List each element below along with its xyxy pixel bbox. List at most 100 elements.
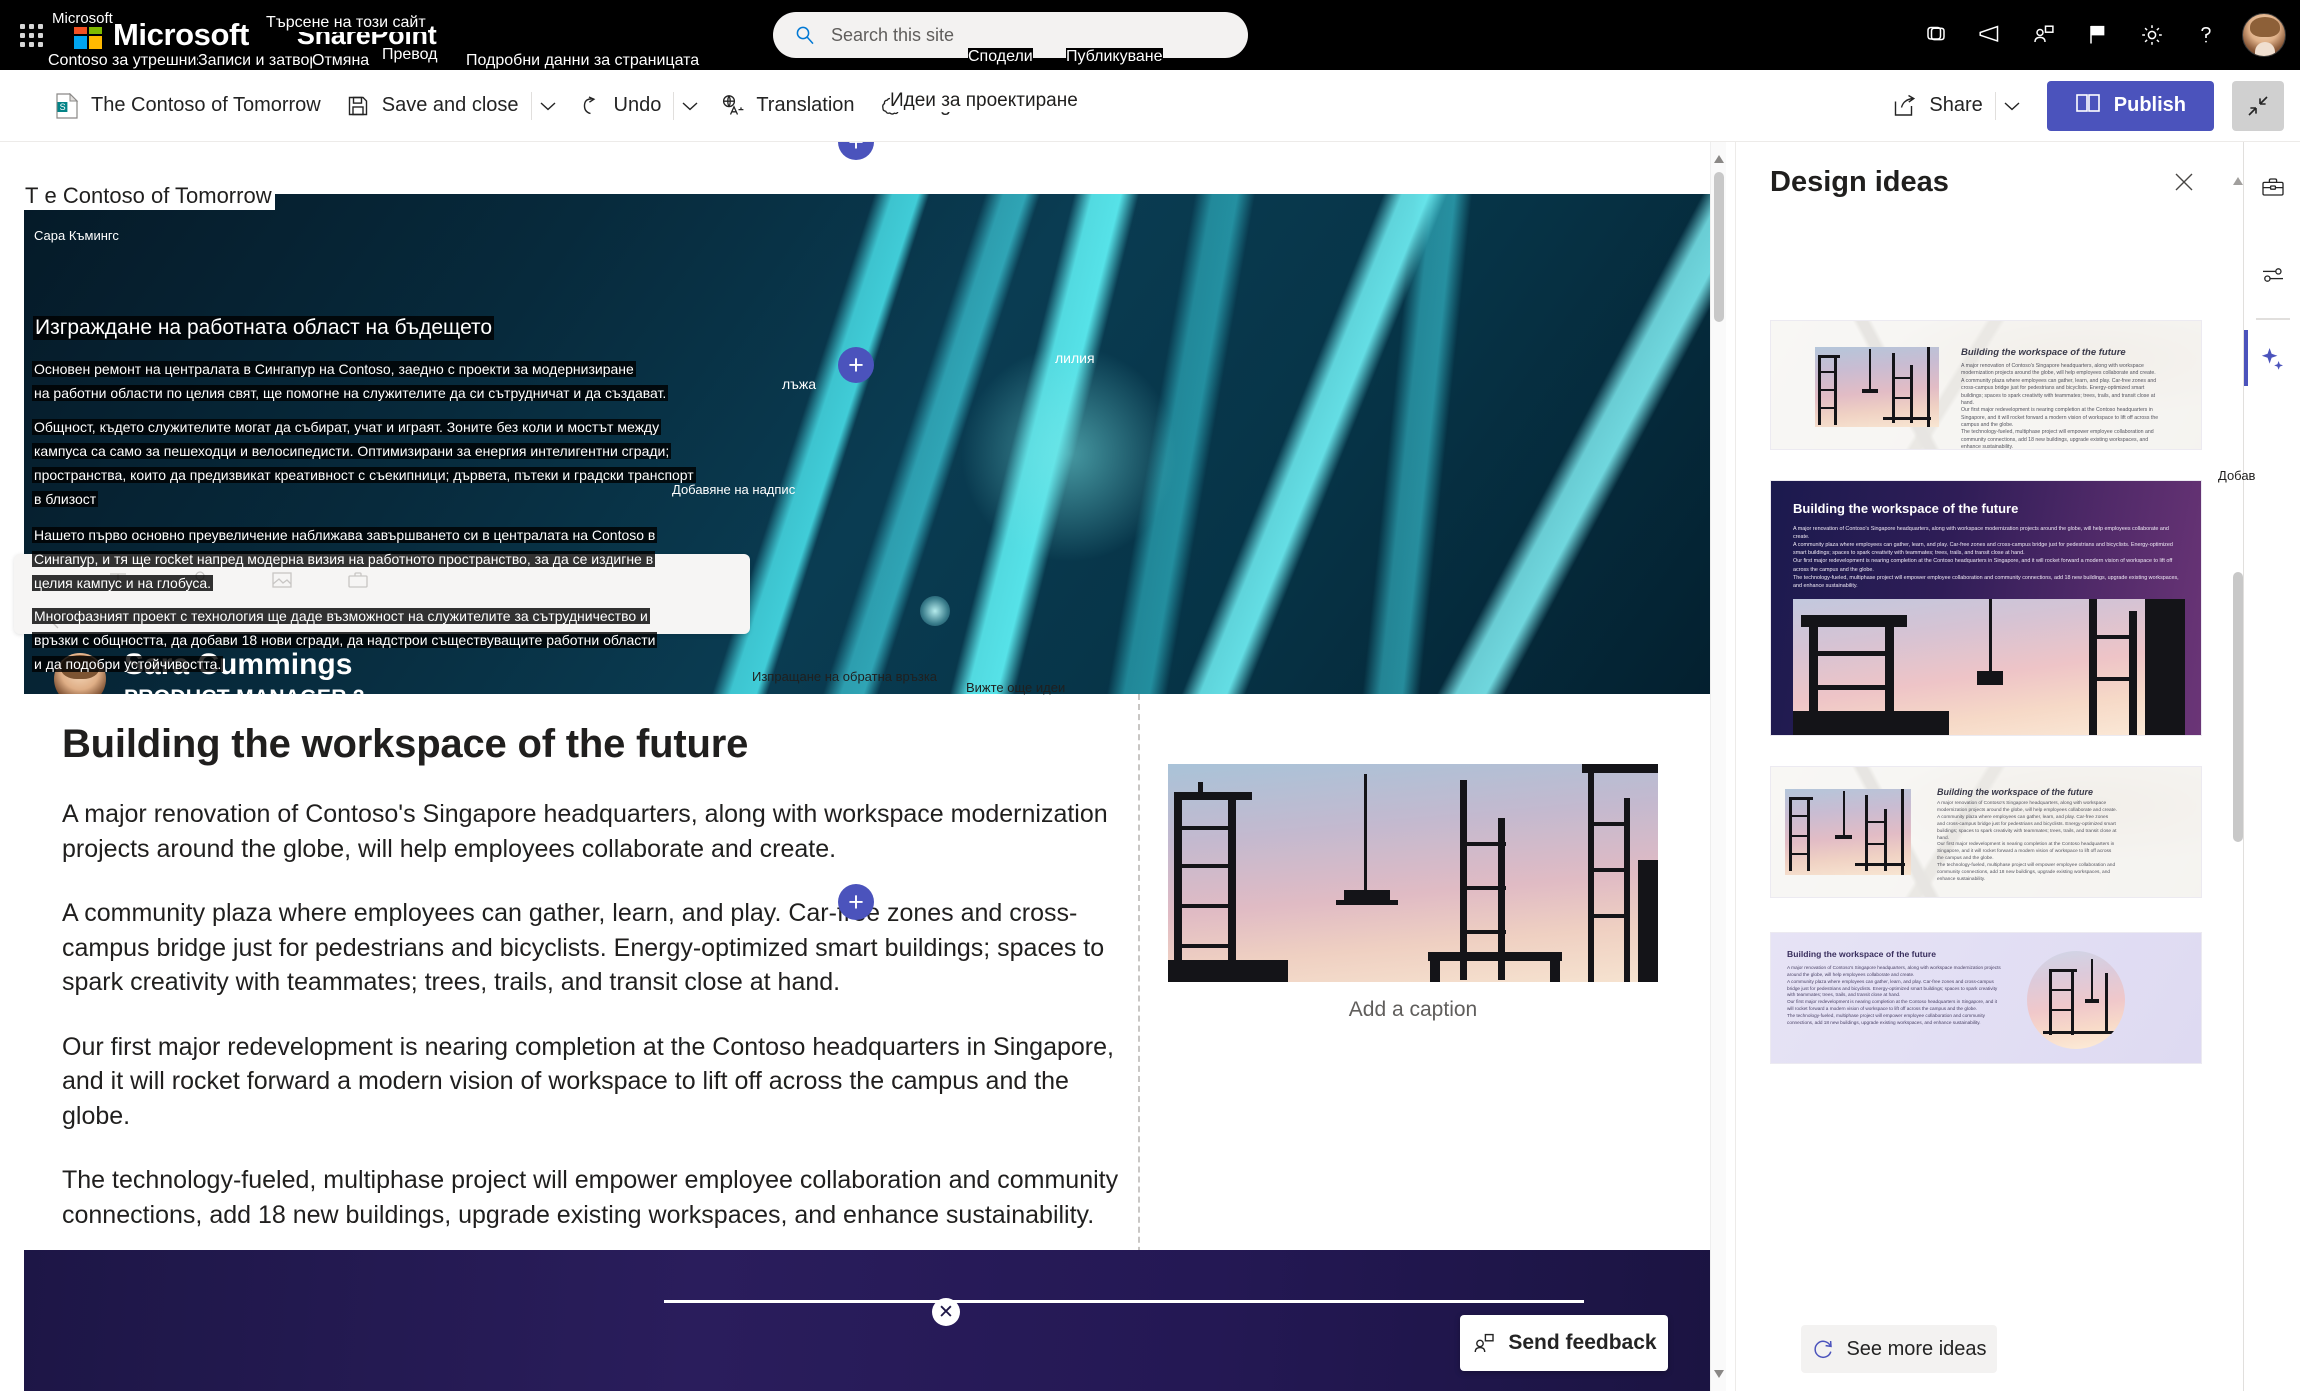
overlay-p1-line1: Основен ремонт на централата в Сингапур … xyxy=(32,361,636,377)
sparkle-design-ideas-icon[interactable] xyxy=(2252,338,2294,380)
footer-divider xyxy=(664,1300,1584,1303)
overlay-body-heading: Изграждане на работната област на бъдеще… xyxy=(33,316,495,340)
panel-title: Design ideas xyxy=(1770,166,1949,198)
feedback-icon xyxy=(1474,1333,1495,1353)
gear-icon[interactable] xyxy=(2128,11,2176,59)
overlay-translate-label: Превод xyxy=(382,46,438,64)
overlay-p2-line2: кампуса са само за пешеходци и велосипед… xyxy=(32,443,672,459)
body-paragraph-4[interactable]: The technology-fueled, multiphase projec… xyxy=(62,1163,1132,1232)
close-icon[interactable]: ✕ xyxy=(932,1298,960,1326)
overlay-share-label: Сподели xyxy=(968,48,1033,66)
publish-button[interactable]: Publish xyxy=(2046,80,2214,131)
overlay-lie-label: лъжа xyxy=(782,376,817,392)
list-item[interactable]: Building the workspace of the future A m… xyxy=(1770,480,2202,736)
page-name-button[interactable]: S The Contoso of Tomorrow xyxy=(42,82,333,130)
share-icon xyxy=(1892,93,1918,119)
add-section-button-top[interactable]: + xyxy=(838,142,874,160)
overlay-p2-line1: Общност, където служителите могат да съб… xyxy=(32,419,662,435)
overlay-p2-line3: пространства, които да предизвикат креат… xyxy=(32,467,696,483)
help-icon[interactable] xyxy=(2182,11,2230,59)
list-item[interactable]: Building the workspace of the future A m… xyxy=(1770,320,2202,450)
panel-header: Design ideas xyxy=(1770,166,2204,199)
canvas-scrollbar-thumb[interactable] xyxy=(1714,172,1724,322)
footer-web-part[interactable]: ✕ xyxy=(24,1250,1710,1391)
design-ideas-list[interactable]: Building the workspace of the future A m… xyxy=(1736,232,2236,1302)
body-paragraph-1[interactable]: A major renovation of Contoso's Singapor… xyxy=(62,797,1132,866)
share-button[interactable]: Share xyxy=(1880,82,1994,130)
undo-button[interactable]: Undo xyxy=(565,82,674,130)
text-web-part[interactable]: Building the workspace of the future A m… xyxy=(62,722,1132,1232)
overlay-p3-line1: Нашето първо основно преувеличение набли… xyxy=(32,527,658,543)
save-options-chevron-down-icon[interactable] xyxy=(530,82,565,130)
send-feedback-label: Send feedback xyxy=(1508,1331,1657,1354)
translation-icon xyxy=(719,93,745,119)
toolbox-icon[interactable] xyxy=(2252,166,2294,208)
overlay-design-ideas-label: Идеи за проектиране xyxy=(890,90,1078,112)
overlay-hero-page-title: Т е Contoso of Tomorrow xyxy=(22,182,275,210)
translation-button[interactable]: Translation xyxy=(707,82,866,130)
send-feedback-button[interactable]: Send feedback xyxy=(1460,1315,1668,1371)
share-options-chevron-down-icon[interactable] xyxy=(1994,82,2029,130)
image-caption[interactable]: Add a caption xyxy=(1168,998,1658,1022)
scroll-down-icon[interactable] xyxy=(1711,1365,1727,1383)
overlay-add-caption-label: Добавяне на надпис xyxy=(672,482,796,497)
thumbnail-body: A major renovation of Contoso's Singapor… xyxy=(1787,965,2001,1025)
panel-scroll-up-icon[interactable] xyxy=(2233,172,2243,185)
overlay-details-label: Подробни данни за страницата xyxy=(466,52,700,70)
list-item[interactable]: Building the workspace of the future A m… xyxy=(1770,766,2202,898)
author-role: PRODUCT MANAGER 2 xyxy=(124,686,365,694)
thumbnail-image xyxy=(1793,599,2185,735)
overlay-p4-line3: и да подобри устойчивостта. xyxy=(32,656,224,672)
copilot-icon[interactable] xyxy=(1912,11,1960,59)
see-more-ideas-button[interactable]: See more ideas xyxy=(1801,1325,1997,1373)
overlay-p3-line2: Сингапур, и тя ще rocket напред модерна … xyxy=(32,551,656,567)
overlay-see-more-label: Вижте още идеи xyxy=(966,680,1066,695)
svg-text:S: S xyxy=(60,102,66,112)
overlay-publish-label: Публикуване xyxy=(1066,48,1163,66)
body-paragraph-2[interactable]: A community plaza where employees can ga… xyxy=(62,896,1132,1000)
command-bar: S The Contoso of Tomorrow Save and close xyxy=(0,70,2300,142)
close-icon[interactable] xyxy=(2164,162,2204,202)
flag-icon[interactable] xyxy=(2074,11,2122,59)
sliders-icon[interactable] xyxy=(2252,254,2294,296)
undo-options-chevron-down-icon[interactable] xyxy=(673,82,707,130)
publish-book-icon xyxy=(2075,92,2101,120)
overlay-save-label: Записи и затвори xyxy=(198,52,328,70)
toolbox-icon[interactable] xyxy=(346,568,370,592)
avatar[interactable] xyxy=(2242,13,2286,57)
section-heading[interactable]: Building the workspace of the future xyxy=(62,722,1132,767)
thumbnail-image xyxy=(2027,951,2125,1049)
overlay-p1-line2: на работни области по целия свят, ще пом… xyxy=(32,385,669,401)
body-paragraph-3[interactable]: Our first major redevelopment is nearing… xyxy=(62,1030,1132,1134)
collapse-ribbon-button[interactable] xyxy=(2232,80,2284,131)
design-ideas-panel: Design ideas Building the workspace of t… xyxy=(1735,142,2243,1391)
thumbnail-body: A major renovation of Contoso's Singapor… xyxy=(1937,801,2117,882)
save-and-close-button[interactable]: Save and close xyxy=(333,82,531,130)
sharepoint-page-icon: S xyxy=(54,92,80,119)
megaphone-icon[interactable] xyxy=(1966,11,2014,59)
image-icon[interactable] xyxy=(270,568,294,592)
scroll-up-icon[interactable] xyxy=(1711,150,1727,168)
page-name-label: The Contoso of Tomorrow xyxy=(91,94,321,116)
construction-photo[interactable] xyxy=(1168,764,1658,982)
add-section-button-middle[interactable]: + xyxy=(838,347,874,383)
feedback-icon[interactable] xyxy=(2020,11,2068,59)
overlay-p2-line4: в близост xyxy=(32,491,99,507)
save-and-close-label: Save and close xyxy=(381,94,519,116)
thumbnail-heading: Building the workspace of the future xyxy=(1793,501,2019,516)
overlay-search-label: Търсене на този сайт xyxy=(266,14,426,32)
image-web-part[interactable]: Add a caption xyxy=(1168,764,1658,1022)
add-section-button-bottom[interactable]: + xyxy=(838,884,874,920)
search-placeholder: Search this site xyxy=(831,24,955,45)
translation-label: Translation xyxy=(756,94,855,116)
undo-label: Undo xyxy=(613,94,662,116)
thumbnail-heading: Building the workspace of the future xyxy=(1961,347,2126,358)
thumbnail-image xyxy=(1785,789,1911,875)
list-item[interactable]: Building the workspace of the future A m… xyxy=(1770,932,2202,1064)
panel-scrollbar-thumb[interactable] xyxy=(2233,572,2243,842)
panel-scrollbar[interactable] xyxy=(2233,172,2243,1232)
overlay-add-caption-label-2: Добав xyxy=(2218,468,2256,483)
hero-light-blob xyxy=(920,596,950,626)
active-indicator xyxy=(2244,330,2248,386)
canvas-scrollbar[interactable] xyxy=(1710,142,1726,1391)
